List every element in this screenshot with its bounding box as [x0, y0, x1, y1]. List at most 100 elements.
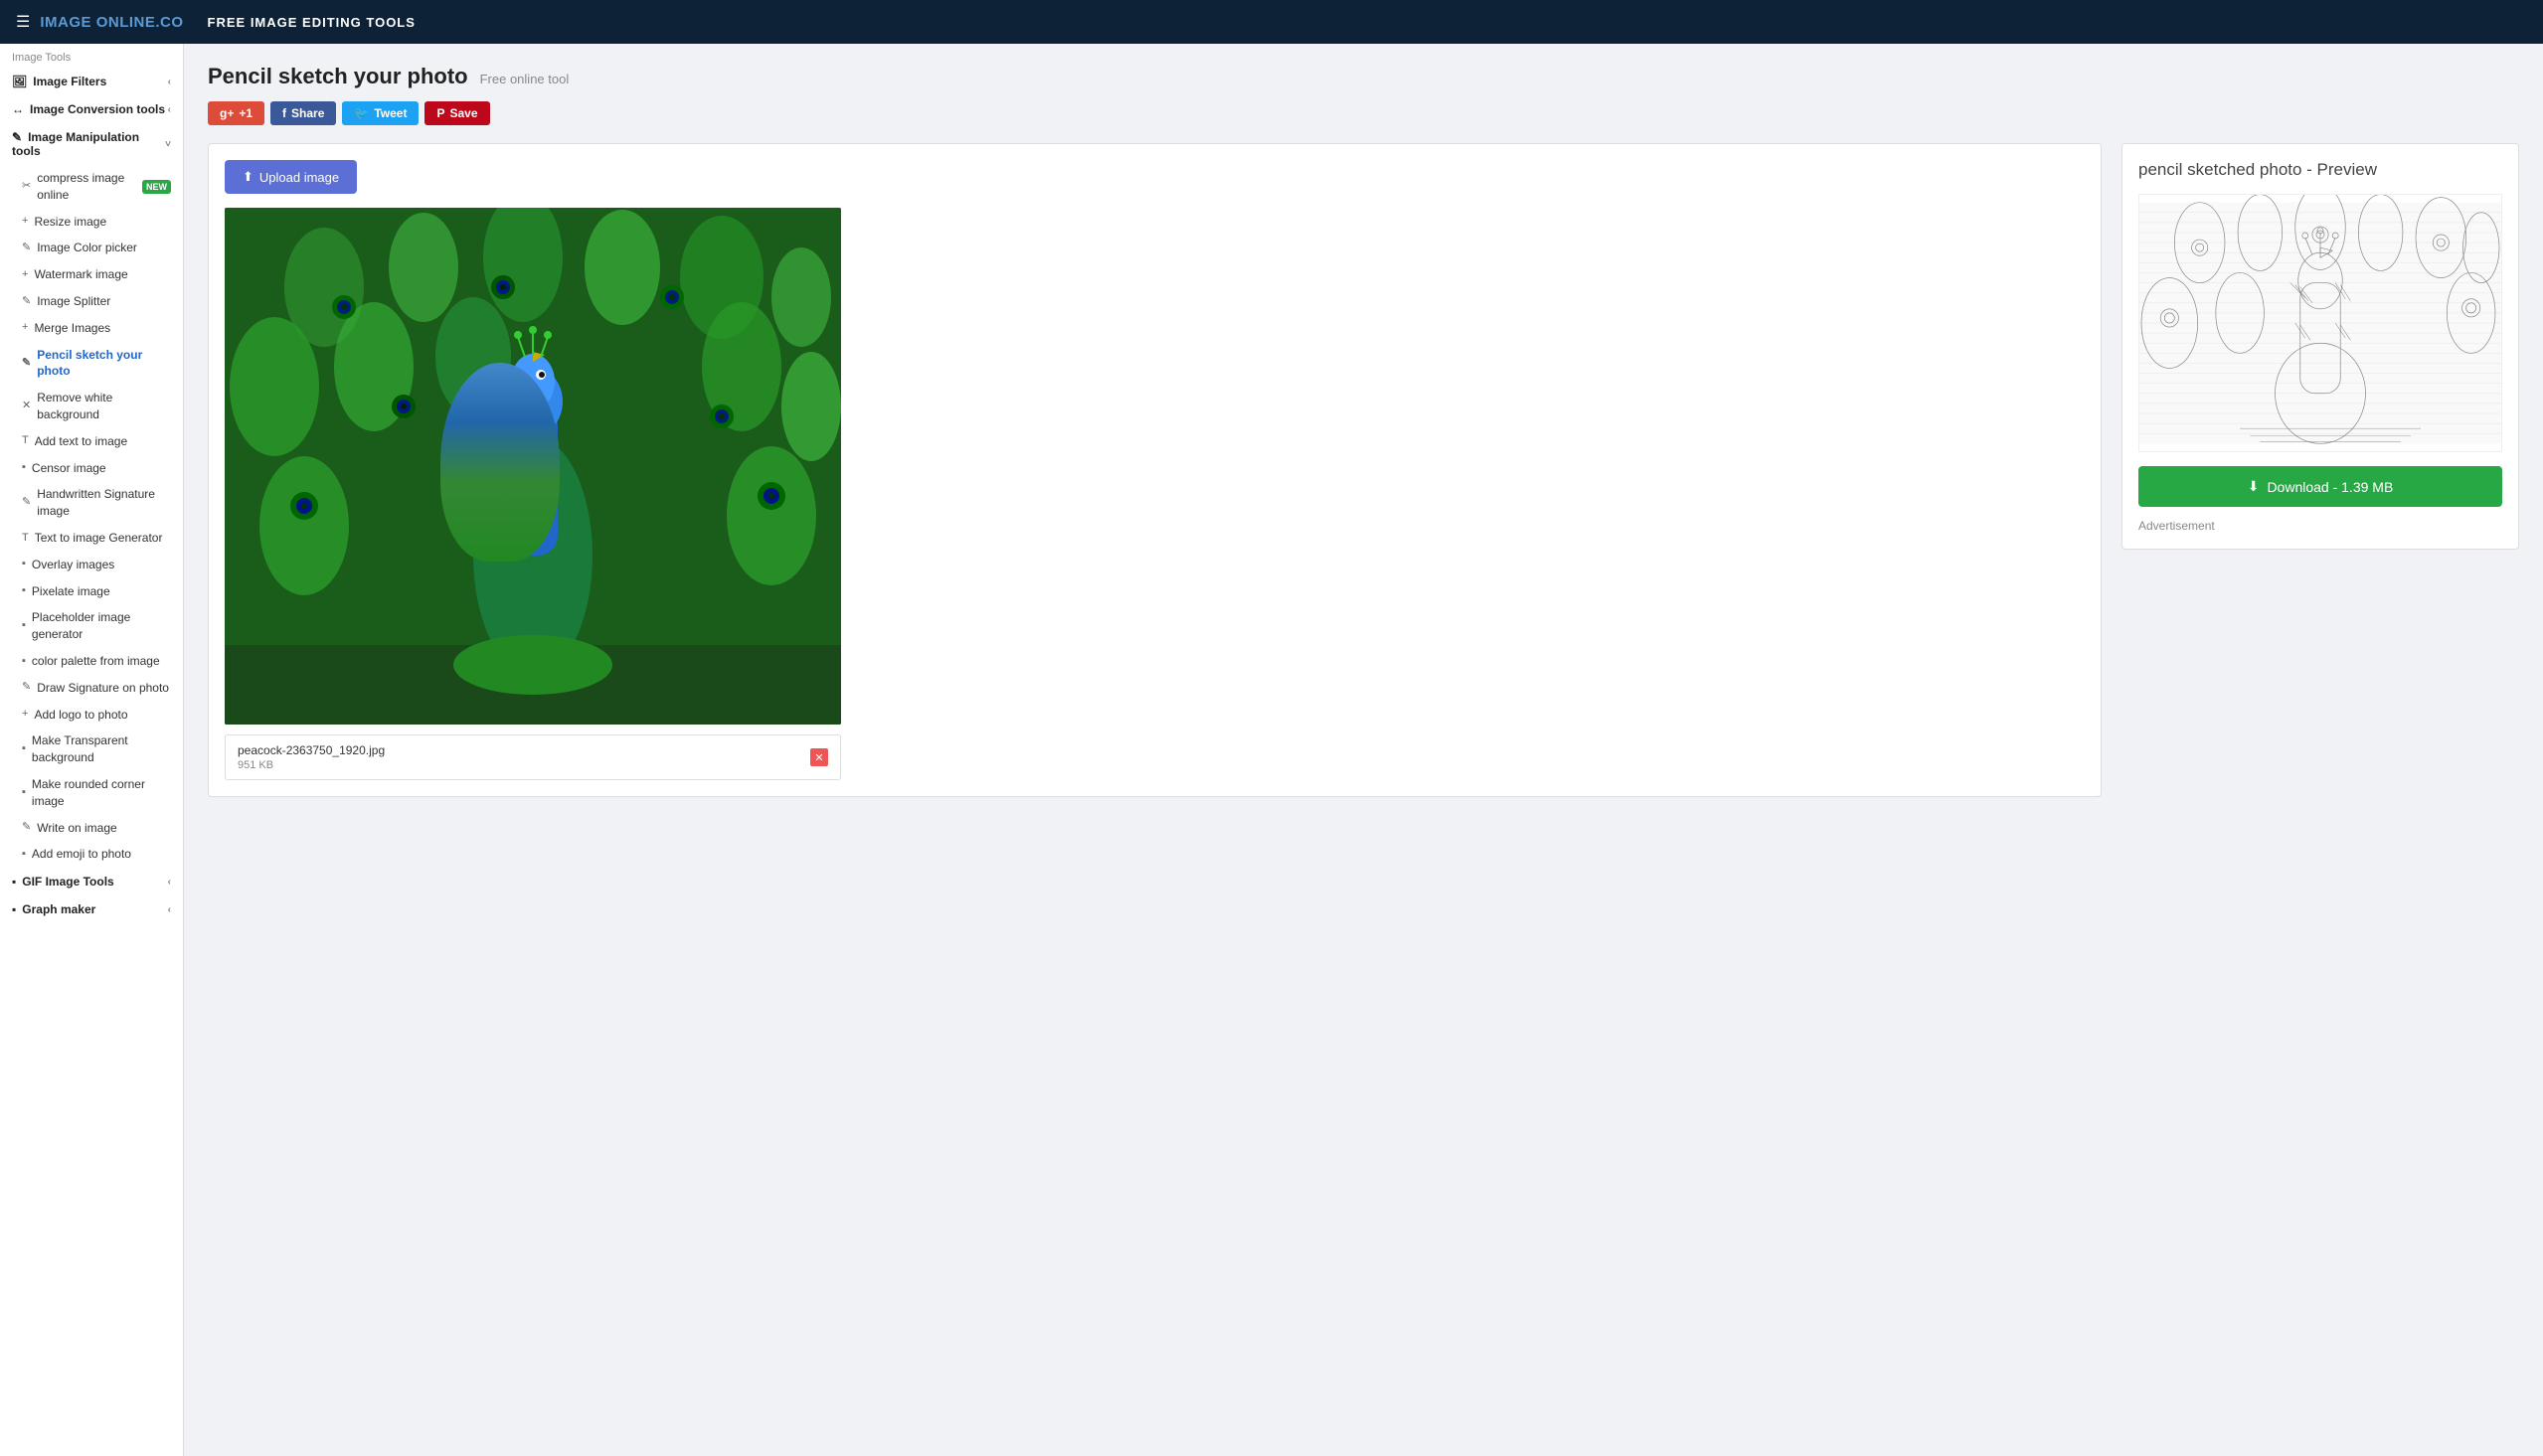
page-subtitle: Free online tool: [480, 72, 570, 86]
sidebar-item-compress-image[interactable]: ✂ compress image online NEW: [0, 165, 183, 209]
download-button[interactable]: ⬇ Download - 1.39 MB: [2138, 466, 2502, 507]
sidebar-item-censor-image[interactable]: ▪Censor image: [0, 455, 183, 482]
item-label-merge-images: Merge Images: [34, 320, 110, 337]
social-buttons: g+ +1 f Share 🐦 Tweet P Save: [208, 101, 2519, 125]
sidebar-item-write-on-image[interactable]: ✎Write on image: [0, 815, 183, 842]
image-preview-container: [225, 208, 841, 725]
advertisement-label: Advertisement: [2138, 519, 2502, 533]
filters-chevron: ‹: [168, 77, 171, 87]
item-label-image-splitter: Image Splitter: [37, 293, 110, 310]
item-label-compress-image: compress image online: [37, 170, 137, 204]
sidebar-section-label: Image Tools: [0, 44, 183, 68]
item-label-remove-white-bg: Remove white background: [37, 390, 171, 423]
sidebar-group-graph-maker[interactable]: ▪Graph maker ‹: [0, 895, 183, 923]
graph-icon: ▪: [12, 902, 16, 916]
sidebar-group-image-filters[interactable]: 🖼Image Filters ‹: [0, 68, 183, 95]
manipulation-chevron: ˅: [165, 139, 171, 150]
sidebar-item-merge-images[interactable]: +Merge Images: [0, 315, 183, 342]
sidebar-item-handwritten-sig[interactable]: ✎Handwritten Signature image: [0, 481, 183, 525]
sidebar: Image Tools 🖼Image Filters ‹ ↔Image Conv…: [0, 44, 184, 1456]
sidebar-item-rounded-corner[interactable]: ▪Make rounded corner image: [0, 771, 183, 815]
logo-text: IMAGE: [40, 14, 95, 31]
sidebar-group-gif-tools[interactable]: ▪GIF Image Tools ‹: [0, 868, 183, 895]
twitter-icon: 🐦: [354, 106, 369, 120]
file-size: 951 KB: [238, 759, 385, 771]
preview-panel: pencil sketched photo - Preview: [2121, 143, 2519, 550]
item-icon-resize-image: +: [22, 214, 28, 229]
twitter-button[interactable]: 🐦 Tweet: [342, 101, 419, 125]
item-icon-pixelate-image: ▪: [22, 583, 26, 598]
sidebar-item-pencil-sketch[interactable]: ✎Pencil sketch your photo: [0, 342, 183, 386]
badge-new: NEW: [142, 180, 171, 195]
sidebar-item-image-splitter[interactable]: ✎ Image Splitter: [0, 288, 183, 315]
item-icon-censor-image: ▪: [22, 460, 26, 475]
item-icon-overlay-images: ▪: [22, 557, 26, 571]
item-label-add-emoji: Add emoji to photo: [32, 846, 131, 863]
manipulation-items-list: ✂compress image onlineNEW+Resize image✎I…: [0, 165, 183, 868]
sidebar-item-transparent-bg[interactable]: ▪Make Transparent background: [0, 728, 183, 771]
sidebar-item-resize-image[interactable]: +Resize image: [0, 209, 183, 236]
item-label-placeholder-gen: Placeholder image generator: [32, 609, 171, 643]
sketch-preview: [2138, 194, 2502, 452]
sidebar-group-image-conversion[interactable]: ↔Image Conversion tools ‹: [0, 95, 183, 123]
nav-title: FREE IMAGE EDITING TOOLS: [208, 15, 416, 30]
item-label-watermark-image: Watermark image: [34, 266, 127, 283]
item-icon-remove-white-bg: ✕: [22, 399, 31, 413]
preview-title: pencil sketched photo - Preview: [2138, 160, 2502, 180]
item-label-text-to-image: Text to image Generator: [35, 530, 163, 547]
sidebar-item-overlay-images[interactable]: ▪ Overlay images: [0, 552, 183, 578]
site-logo: IMAGE ONLINE.CO: [40, 14, 183, 31]
item-label-overlay-images: Overlay images: [32, 557, 114, 573]
file-info-bar: peacock-2363750_1920.jpg 951 KB ✕: [225, 734, 841, 780]
pinterest-button[interactable]: P Save: [424, 101, 489, 125]
item-icon-compress-image: ✂: [22, 179, 31, 194]
item-icon-add-emoji: ▪: [22, 847, 26, 862]
sidebar-group-image-manipulation[interactable]: ✎Image Manipulation tools ˅: [0, 123, 183, 165]
sidebar-item-add-emoji[interactable]: ▪ Add emoji to photo: [0, 841, 183, 868]
file-remove-button[interactable]: ✕: [810, 748, 828, 766]
facebook-icon: f: [282, 106, 286, 120]
item-icon-add-text: T: [22, 433, 29, 448]
sidebar-item-remove-white-bg[interactable]: ✕ Remove white background: [0, 385, 183, 428]
page-title: Pencil sketch your photo: [208, 64, 468, 89]
item-icon-handwritten-sig: ✎: [22, 495, 31, 510]
item-icon-write-on-image: ✎: [22, 820, 31, 835]
sketch-svg: [2139, 195, 2501, 451]
sidebar-item-text-to-image[interactable]: TText to image Generator: [0, 525, 183, 552]
page-header: Pencil sketch your photo Free online too…: [208, 64, 2519, 89]
sidebar-item-image-color-picker[interactable]: ✎Image Color picker: [0, 235, 183, 261]
sidebar-item-placeholder-gen[interactable]: ▪Placeholder image generator: [0, 604, 183, 648]
item-label-pixelate-image: Pixelate image: [32, 583, 110, 600]
upload-button[interactable]: ⬆ Upload image: [225, 160, 357, 194]
sidebar-item-watermark-image[interactable]: +Watermark image: [0, 261, 183, 288]
twitter-label: Tweet: [374, 106, 407, 120]
sidebar-item-pixelate-image[interactable]: ▪ Pixelate image: [0, 578, 183, 605]
download-icon: ⬇: [2248, 478, 2260, 495]
file-details: peacock-2363750_1920.jpg 951 KB: [238, 743, 385, 771]
source-image: [225, 208, 841, 725]
item-icon-add-logo: +: [22, 707, 28, 722]
gif-chevron: ‹: [168, 877, 171, 888]
facebook-button[interactable]: f Share: [270, 101, 336, 125]
sidebar-item-add-text[interactable]: TAdd text to image: [0, 428, 183, 455]
item-icon-image-splitter: ✎: [22, 294, 31, 309]
gplus-label: +1: [239, 106, 253, 120]
sidebar-item-color-palette[interactable]: ▪color palette from image: [0, 648, 183, 675]
gplus-icon: g+: [220, 106, 234, 120]
item-label-draw-signature: Draw Signature on photo: [37, 680, 169, 697]
conversion-chevron: ‹: [168, 104, 171, 115]
file-name: peacock-2363750_1920.jpg: [238, 743, 385, 757]
facebook-label: Share: [291, 106, 324, 120]
main-content: Pencil sketch your photo Free online too…: [184, 44, 2543, 1456]
sidebar-item-add-logo[interactable]: +Add logo to photo: [0, 702, 183, 728]
gplus-button[interactable]: g+ +1: [208, 101, 264, 125]
item-icon-draw-signature: ✎: [22, 680, 31, 695]
graph-chevron: ‹: [168, 904, 171, 915]
menu-icon[interactable]: ☰: [16, 12, 30, 32]
pinterest-icon: P: [436, 106, 444, 120]
item-label-pencil-sketch: Pencil sketch your photo: [37, 347, 171, 381]
item-icon-transparent-bg: ▪: [22, 741, 26, 756]
gif-icon: ▪: [12, 875, 16, 889]
sidebar-item-draw-signature[interactable]: ✎ Draw Signature on photo: [0, 675, 183, 702]
header: ☰ IMAGE ONLINE.CO FREE IMAGE EDITING TOO…: [0, 0, 2543, 44]
